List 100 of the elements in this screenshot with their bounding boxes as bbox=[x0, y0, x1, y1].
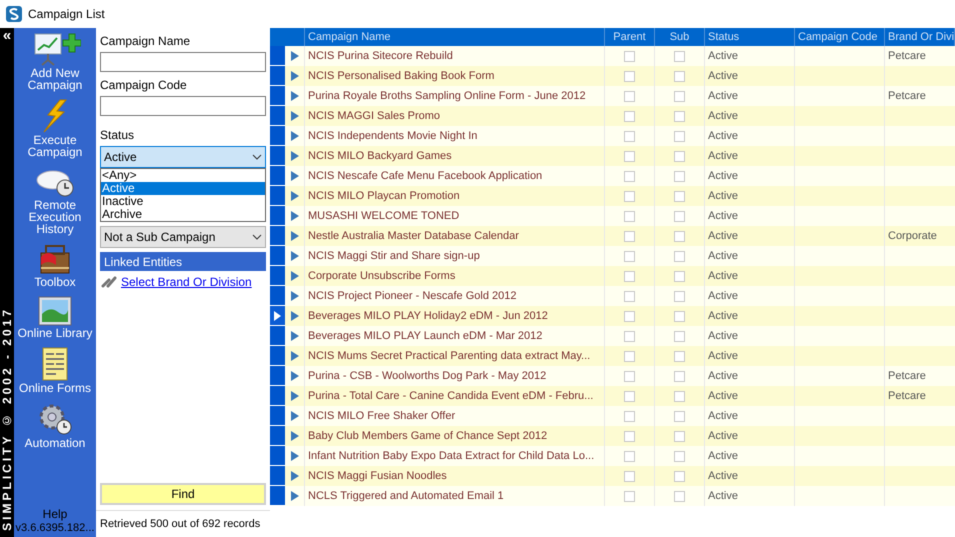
sidebar-item[interactable]: Online Forms bbox=[15, 347, 95, 394]
checkbox[interactable] bbox=[674, 270, 685, 282]
row-header[interactable] bbox=[270, 426, 285, 446]
dropdown-option[interactable]: <Any> bbox=[101, 169, 265, 182]
dropdown-option[interactable]: Archive bbox=[101, 208, 265, 221]
child-campaign-dropdown[interactable]: Not a Sub Campaign bbox=[100, 226, 266, 248]
checkbox[interactable] bbox=[624, 130, 635, 142]
table-cell-text: Corporate bbox=[887, 228, 938, 244]
checkbox[interactable] bbox=[674, 110, 685, 122]
row-header[interactable] bbox=[270, 446, 285, 466]
checkbox[interactable] bbox=[624, 270, 635, 282]
checkbox[interactable] bbox=[624, 350, 635, 362]
row-header[interactable] bbox=[270, 206, 285, 226]
checkbox[interactable] bbox=[624, 390, 635, 402]
checkbox[interactable] bbox=[674, 490, 685, 502]
checkbox[interactable] bbox=[674, 170, 685, 182]
row-header[interactable] bbox=[270, 306, 285, 326]
checkbox[interactable] bbox=[624, 450, 635, 462]
find-button[interactable]: Find bbox=[100, 483, 266, 505]
row-header[interactable] bbox=[270, 366, 285, 386]
section-header: Linked Entities bbox=[100, 252, 266, 271]
campaign-name-field[interactable] bbox=[100, 52, 266, 72]
collapse-button[interactable]: « bbox=[2, 30, 12, 42]
checkbox[interactable] bbox=[624, 70, 635, 82]
checkbox[interactable] bbox=[624, 470, 635, 482]
checkbox[interactable] bbox=[674, 350, 685, 362]
checkbox[interactable] bbox=[624, 50, 635, 62]
checkbox[interactable] bbox=[674, 430, 685, 442]
checkbox[interactable] bbox=[624, 170, 635, 182]
row-header[interactable] bbox=[270, 66, 285, 86]
row-header[interactable] bbox=[270, 386, 285, 406]
sidebar-item[interactable]: Remote Execution History bbox=[15, 166, 95, 235]
checkbox[interactable] bbox=[674, 290, 685, 302]
checkbox[interactable] bbox=[624, 210, 635, 222]
row-header[interactable] bbox=[270, 46, 285, 66]
checkbox[interactable] bbox=[674, 230, 685, 242]
select-brand-link[interactable]: Select Brand Or Division bbox=[121, 273, 252, 291]
row-header[interactable] bbox=[270, 466, 285, 486]
table-cell-text: Petcare bbox=[887, 48, 927, 64]
row-header[interactable] bbox=[270, 226, 285, 246]
checkbox[interactable] bbox=[674, 410, 685, 422]
checkbox[interactable] bbox=[624, 90, 635, 102]
checkbox[interactable] bbox=[624, 250, 635, 262]
sidebar-item[interactable]: Add New Campaign bbox=[15, 32, 95, 91]
checkbox[interactable] bbox=[674, 130, 685, 142]
checkbox[interactable] bbox=[674, 310, 685, 322]
chevron-down-icon bbox=[252, 234, 262, 240]
sidebar-item[interactable]: Toolbox bbox=[15, 243, 95, 288]
checkbox[interactable] bbox=[624, 330, 635, 342]
chain-link-icon bbox=[100, 275, 118, 289]
table-cell-text: Petcare bbox=[887, 88, 927, 104]
checkbox[interactable] bbox=[624, 410, 635, 422]
field-label: Campaign Code bbox=[100, 77, 188, 94]
row-header[interactable] bbox=[270, 166, 285, 186]
status-text: Retrieved 500 out of 692 records bbox=[99, 516, 262, 532]
checkbox[interactable] bbox=[624, 150, 635, 162]
checkbox[interactable] bbox=[674, 90, 685, 102]
sidebar-item[interactable]: Execute Campaign bbox=[15, 99, 95, 158]
sidebar-item[interactable]: Online Library bbox=[15, 296, 95, 339]
checkbox[interactable] bbox=[674, 390, 685, 402]
checkbox[interactable] bbox=[674, 370, 685, 382]
row-header[interactable] bbox=[270, 86, 285, 106]
gear-clock-icon bbox=[37, 402, 73, 436]
checkbox[interactable] bbox=[624, 230, 635, 242]
checkbox[interactable] bbox=[674, 330, 685, 342]
checkbox[interactable] bbox=[674, 150, 685, 162]
row-header[interactable] bbox=[270, 406, 285, 426]
checkbox[interactable] bbox=[624, 110, 635, 122]
checkbox[interactable] bbox=[624, 370, 635, 382]
row-header[interactable] bbox=[270, 266, 285, 286]
sidebar-item[interactable]: Automation bbox=[15, 402, 95, 449]
dropdown-option[interactable]: Inactive bbox=[101, 195, 265, 208]
row-header[interactable] bbox=[270, 326, 285, 346]
row-header[interactable] bbox=[270, 246, 285, 266]
campaign-code-field[interactable] bbox=[100, 96, 266, 116]
chevron-down-icon bbox=[252, 154, 262, 160]
dropdown-option[interactable]: Active bbox=[101, 182, 265, 195]
row-header[interactable] bbox=[270, 346, 285, 366]
checkbox[interactable] bbox=[674, 190, 685, 202]
row-header[interactable] bbox=[270, 286, 285, 306]
checkbox[interactable] bbox=[674, 470, 685, 482]
row-header[interactable] bbox=[270, 486, 285, 506]
help-link[interactable]: Help bbox=[42, 508, 68, 521]
table-cell-text: Petcare bbox=[887, 388, 927, 404]
checkbox[interactable] bbox=[674, 450, 685, 462]
checkbox[interactable] bbox=[624, 190, 635, 202]
row-header[interactable] bbox=[270, 186, 285, 206]
checkbox[interactable] bbox=[624, 310, 635, 322]
checkbox[interactable] bbox=[674, 70, 685, 82]
checkbox[interactable] bbox=[624, 490, 635, 502]
field-label: Campaign Name bbox=[100, 33, 192, 50]
row-header[interactable] bbox=[270, 146, 285, 166]
checkbox[interactable] bbox=[624, 430, 635, 442]
row-header[interactable] bbox=[270, 106, 285, 126]
row-header[interactable] bbox=[270, 126, 285, 146]
checkbox[interactable] bbox=[674, 250, 685, 262]
checkbox[interactable] bbox=[674, 210, 685, 222]
checkbox[interactable] bbox=[674, 50, 685, 62]
checkbox[interactable] bbox=[624, 290, 635, 302]
status-dropdown[interactable]: Active bbox=[100, 146, 266, 168]
